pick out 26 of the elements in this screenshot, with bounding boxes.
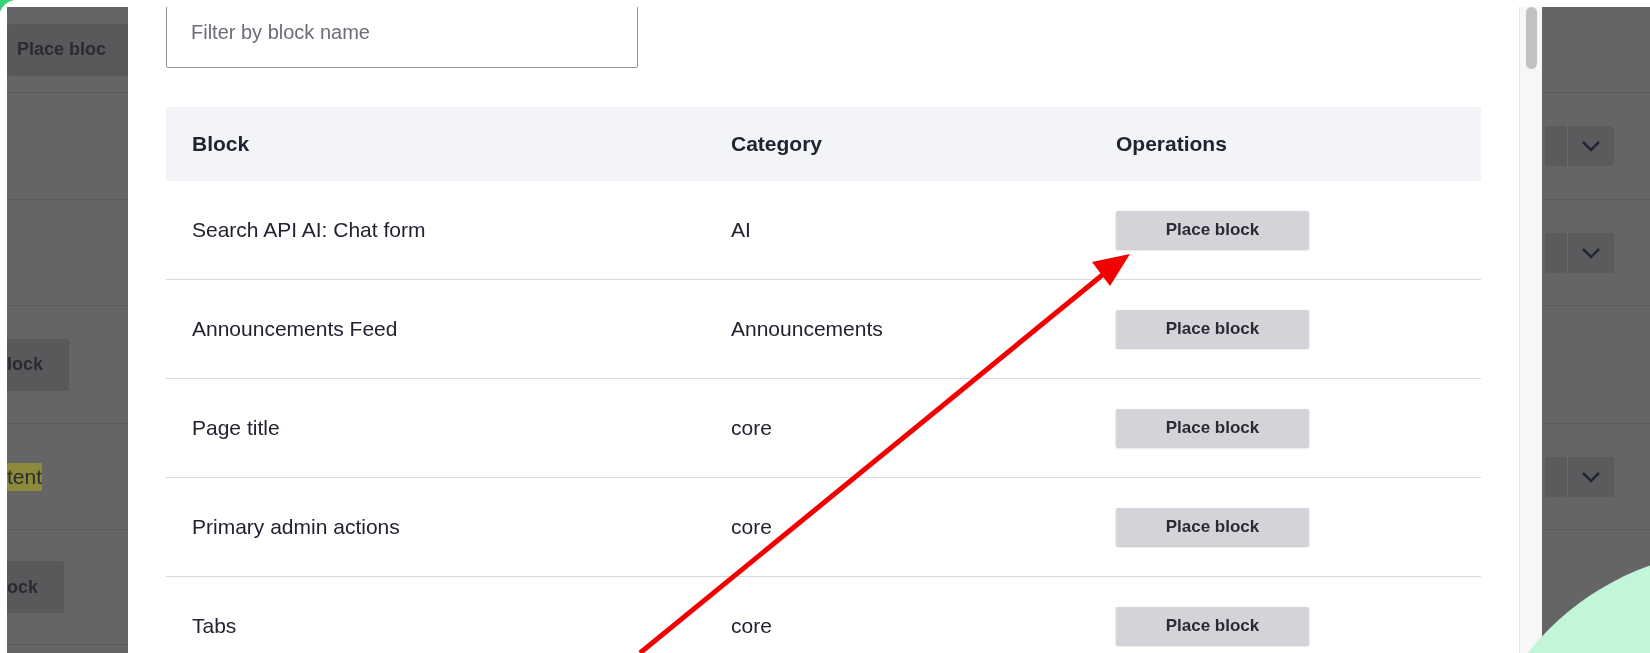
table-cell-text: AI	[730, 218, 751, 242]
table-cell-text: core	[730, 614, 772, 638]
scrollbar[interactable]	[1519, 7, 1542, 653]
column-header: Operations	[1115, 132, 1228, 156]
place-block-button[interactable]: Place block	[1116, 211, 1309, 249]
place-block-button[interactable]: Place block	[1116, 409, 1309, 447]
place-block-button[interactable]: Place block	[1116, 607, 1309, 645]
table-cell-text: Search API AI: Chat form	[191, 218, 426, 242]
chevron-down-icon	[1580, 139, 1602, 153]
filter-field[interactable]: Filter by block name	[166, 7, 638, 68]
chevron-down-icon	[1580, 245, 1602, 260]
table-cell-text: core	[730, 515, 772, 539]
place-block-button[interactable]: Place block	[1116, 508, 1309, 546]
place-block-button[interactable]: Place block	[1116, 310, 1309, 348]
column-header: Category	[730, 132, 824, 156]
table-cell-text: Page title	[191, 416, 280, 440]
highlighted-text: tent	[7, 462, 43, 491]
corner-arc	[0, 0, 14, 12]
column-header: Block	[191, 132, 251, 156]
scrollbar-thumb[interactable]	[1525, 7, 1537, 69]
table-cell-text: Announcements	[730, 317, 883, 341]
chevron-down-icon	[1580, 469, 1602, 484]
table-cell-text: Announcements Feed	[191, 317, 398, 341]
table-cell-text: core	[730, 416, 772, 440]
table-cell-text: Tabs	[191, 614, 237, 638]
table-cell-text: Primary admin actions	[191, 515, 400, 539]
